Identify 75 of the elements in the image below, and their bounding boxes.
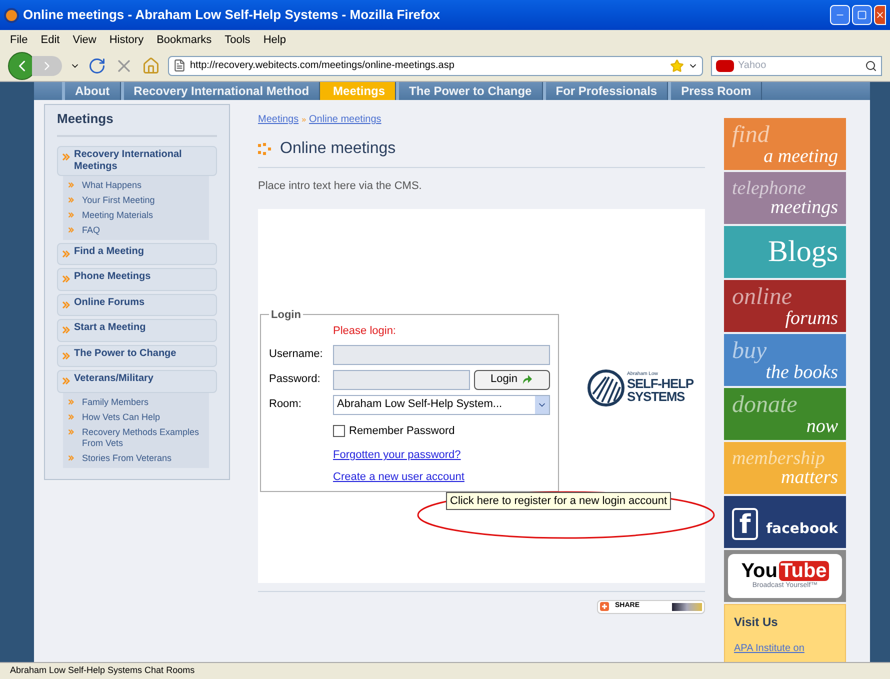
menu-item[interactable]: View (72, 32, 96, 48)
sunburst-icon (587, 368, 625, 406)
breadcrumb-link[interactable]: Online meetings (309, 112, 382, 127)
visit-us-title: Visit Us (734, 614, 779, 631)
room-label: Room: (269, 397, 302, 412)
dotted-arrow-icon (258, 143, 272, 155)
chevron-icon (68, 224, 74, 236)
close-icon (875, 10, 885, 20)
create-account-link[interactable]: Create a new user account (333, 468, 550, 485)
minimize-button[interactable] (830, 5, 850, 25)
promo-banner[interactable]: telephone meetings (724, 172, 846, 224)
tooltip: Click here to register for a new login account (446, 492, 672, 510)
chevron-icon (68, 396, 74, 408)
sidebar-subitem[interactable]: How Vets Can Help (68, 410, 204, 424)
sidebar-item[interactable]: Veterans/Military (57, 370, 217, 392)
maximize-icon (857, 10, 867, 20)
promo-banner[interactable]: online forums (724, 280, 846, 332)
username-field[interactable] (333, 344, 550, 364)
breadcrumb-separator: » (302, 114, 306, 126)
sidebar-subitem[interactable]: Family Members (68, 394, 204, 410)
page-title: Online meetings (280, 139, 396, 159)
sidebar-subitem[interactable]: Stories From Veterans (68, 450, 204, 466)
sidebar-item[interactable]: Recovery International Meetings (57, 146, 217, 176)
login-prompt: Please login: (333, 324, 397, 339)
remember-checkbox[interactable] (333, 424, 345, 437)
menu-item[interactable]: File (10, 32, 28, 48)
search-icon[interactable] (865, 60, 877, 72)
blogs-banner[interactable]: Blogs (724, 226, 846, 278)
promo-banner[interactable]: find a meeting (724, 118, 846, 170)
status-text: Abraham Low Self-Help Systems Chat Rooms (10, 664, 195, 678)
chevron-icon (68, 452, 74, 464)
sidebar-subitem[interactable]: What Happens (68, 178, 204, 192)
sidebar-item[interactable]: Find a Meeting (57, 242, 217, 265)
plus-icon (600, 602, 609, 611)
chevron-icon (68, 180, 74, 190)
sidebar-title: Meetings (57, 109, 217, 136)
menu-item[interactable]: History (109, 32, 144, 48)
login-legend: Login (269, 306, 303, 323)
visit-link[interactable]: APA Institute on (734, 641, 836, 656)
menu-item[interactable]: Tools (224, 32, 250, 48)
chevron-icon (68, 194, 74, 206)
forgot-password-link[interactable]: Forgotten your password? (333, 447, 550, 464)
login-button[interactable]: Login (474, 370, 550, 390)
maximize-button[interactable] (852, 5, 872, 25)
chevron-icon (68, 210, 74, 220)
menu-item[interactable]: Edit (40, 32, 60, 48)
sidebar-subitem[interactable]: Meeting Materials (68, 208, 204, 222)
page-icon (173, 59, 186, 72)
reload-icon[interactable] (88, 56, 106, 74)
menu-item[interactable]: Bookmarks (156, 32, 212, 48)
sidebar-subitem[interactable]: FAQ (68, 222, 204, 238)
promo-banner[interactable]: buy the books (724, 334, 846, 386)
close-button[interactable] (874, 5, 886, 25)
chevron-icon (68, 412, 74, 422)
sidebar-item[interactable]: Online Forums (57, 294, 217, 316)
sidebar-item[interactable]: The Power to Change (57, 344, 217, 367)
username-label: Username: (269, 347, 324, 362)
window-title: Online meetings - Abraham Low Self-Help Systems - Mozilla Firefox (23, 6, 442, 24)
chevron-icon (68, 426, 74, 438)
remember-label: Remember Password (349, 424, 455, 438)
promo-banner[interactable]: donate now (724, 388, 846, 440)
bookmark-star-icon[interactable] (670, 58, 684, 72)
address-field[interactable]: http://recovery.webitects.com/meetings/online-meetings.asp (168, 56, 703, 76)
menu-item[interactable]: Help (263, 32, 286, 48)
intro-text: Place intro text here via the CMS. (258, 179, 423, 194)
curved-arrow-icon (521, 374, 534, 386)
room-select[interactable]: Abraham Low Self-Help System... (333, 394, 550, 414)
sidebar-item[interactable]: Start a Meeting (57, 319, 217, 342)
password-field[interactable] (333, 370, 470, 390)
sidebar-subitem[interactable]: Recovery Methods Examples From Vets (68, 424, 204, 450)
sidebar-subitem[interactable]: Your First Meeting (68, 192, 204, 208)
facebook-banner[interactable]: f facebook (724, 496, 846, 548)
password-label: Password: (269, 372, 322, 388)
sidebar-item[interactable]: Phone Meetings (57, 268, 217, 290)
breadcrumb-link[interactable]: Meetings (258, 112, 299, 127)
